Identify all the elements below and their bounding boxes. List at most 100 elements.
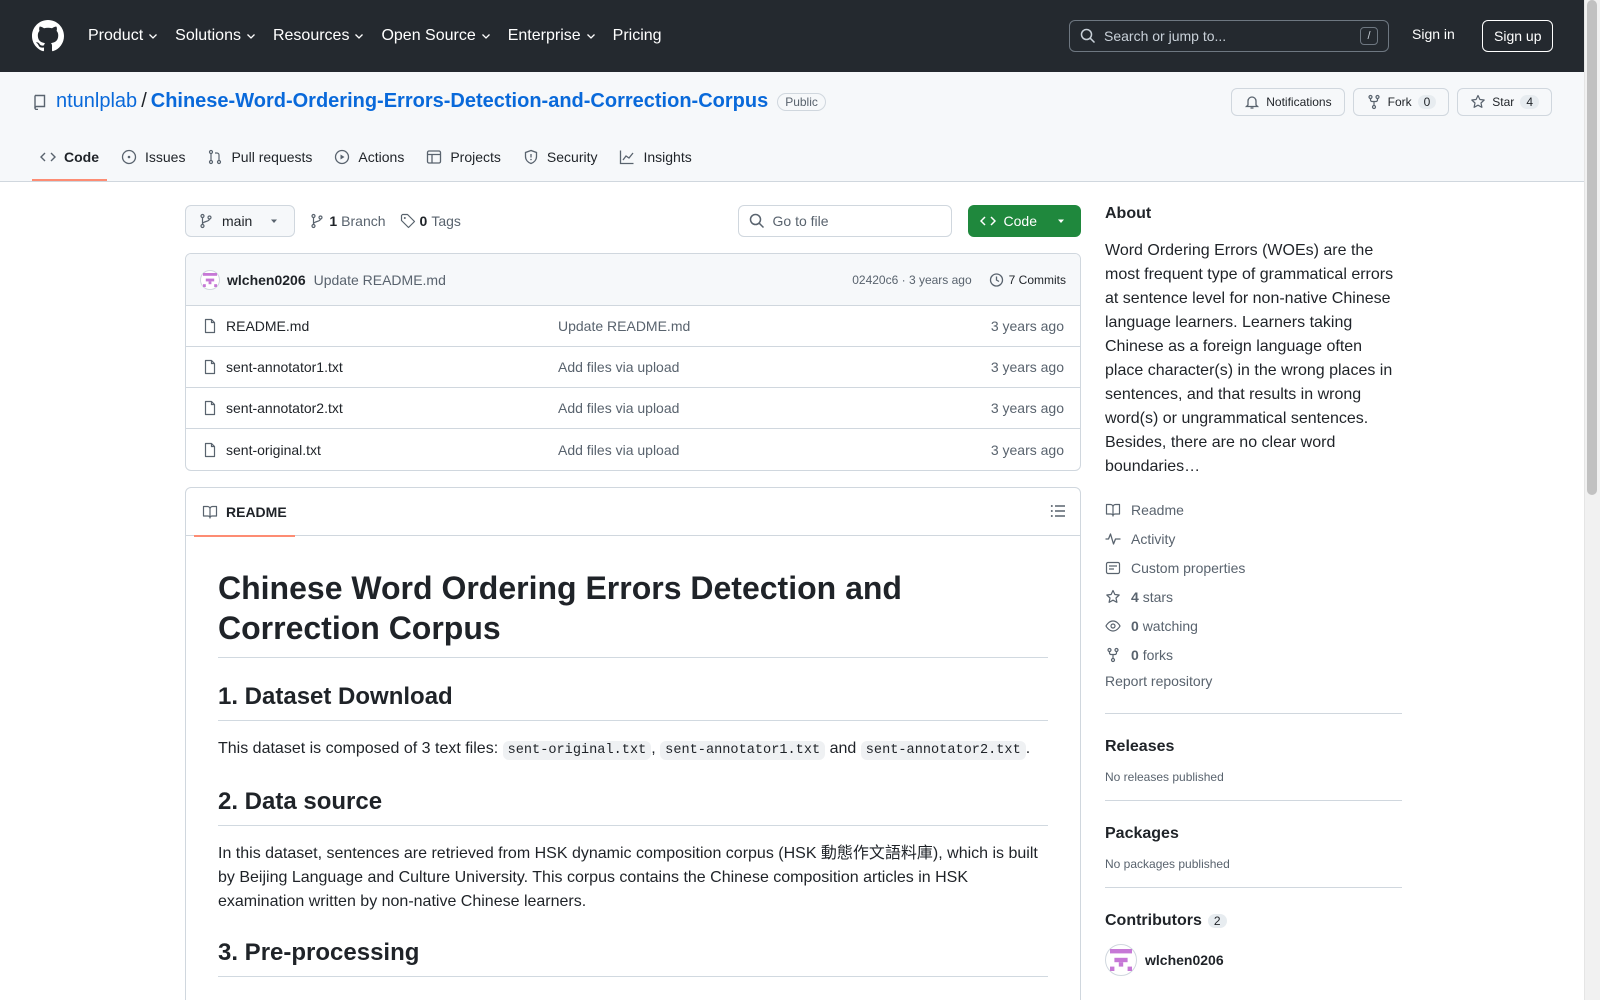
tag-count-label: Tags [431,213,461,229]
readme-link-label: Readme [1131,501,1184,518]
star-button[interactable]: Star 4 [1457,88,1552,116]
forks-link[interactable]: 0 forks [1105,640,1402,669]
tab-security[interactable]: Security [515,133,612,181]
readme-tab[interactable]: README [194,488,295,537]
nav-pricing[interactable]: Pricing [613,27,672,45]
commits-history-link[interactable]: 7 Commits [988,272,1066,288]
stars-link[interactable]: 4 stars [1105,582,1402,611]
commit-hash-time[interactable]: 02420c6 · 3 years ago [852,273,971,287]
tags-link[interactable]: 0 Tags [400,213,461,229]
file-commit-message-link[interactable]: Update README.md [558,318,991,334]
book-icon [202,505,218,519]
contributors-section: Contributors 2 wlchen0206 [1105,887,1402,976]
caret-down-icon [1058,219,1064,223]
readme-title: Chinese Word Ordering Errors Detection a… [218,568,1048,658]
file-commit-age: 3 years ago [990,318,1064,334]
repo-tabs: Code Issues Pull requests Actions Projec… [32,133,706,181]
period: . [1025,740,1031,757]
note-icon [1105,561,1121,574]
sign-in-link[interactable]: Sign in [1412,26,1455,42]
contributor-item[interactable]: wlchen0206 [1105,944,1402,976]
search-icon [749,213,764,229]
file-commit-message-link[interactable]: Add files via upload [558,400,991,416]
file-toolbar: main 1 Branch 0 Tags Go to file Code [185,205,1081,237]
readme-heading-download: 1. Dataset Download [218,682,1048,721]
download-text: This dataset is composed of 3 text files… [218,740,503,757]
file-name-link[interactable]: sent-original.txt [226,442,558,458]
notifications-button[interactable]: Notifications [1231,88,1345,116]
nav-product[interactable]: Product [88,27,169,45]
file-name-link[interactable]: sent-annotator2.txt [226,400,558,416]
book-icon [1105,503,1121,517]
file-commit-age: 3 years ago [990,441,1064,458]
fork-button[interactable]: Fork 0 [1352,88,1450,116]
releases-title[interactable]: Releases [1105,738,1174,755]
repo-name-link[interactable]: Chinese-Word-Ordering-Errors-Detection-a… [151,90,768,113]
latest-commit-bar: wlchen0206 Update README.md 02420c6 · 3 … [186,254,1080,306]
nav-solutions[interactable]: Solutions [175,27,267,45]
avatar[interactable] [1105,944,1137,976]
contributors-counter: 2 [1207,914,1227,928]
tab-actions-label: Actions [358,149,405,165]
code-icon [40,152,56,162]
file-name-link[interactable]: README.md [226,318,558,334]
commit-author-link[interactable]: wlchen0206 [227,272,306,288]
file-commit-message-link[interactable]: Add files via upload [558,359,991,375]
packages-title[interactable]: Packages [1105,825,1179,842]
file-commit-message-link[interactable]: Add files via upload [558,442,991,458]
branches-link[interactable]: 1 Branch [309,213,386,229]
tab-projects[interactable]: Projects [418,133,515,181]
sign-up-button[interactable]: Sign up [1482,20,1554,52]
repo-owner-link[interactable]: ntunlplab [56,90,137,113]
nav-resources-label: Resources [272,27,350,44]
tab-actions[interactable]: Actions [326,133,418,181]
file-row[interactable]: sent-original.txt Add files via upload 3 y… [186,429,1080,470]
nav-resources[interactable]: Resources [273,27,375,45]
file-row[interactable]: sent-annotator2.txt Add files via upload 3… [186,388,1080,429]
repo-icon [34,94,46,110]
code-sent-annotator2: sent-annotator2.txt [860,741,1026,760]
activity-link[interactable]: Activity [1105,524,1402,553]
star-icon [1471,94,1486,108]
readme-tab-label: README [226,503,287,520]
code-download-button[interactable]: Code [967,205,1081,237]
bell-icon [1245,96,1260,109]
graph-icon [620,150,634,165]
tab-pull-requests[interactable]: Pull requests [199,133,326,181]
tab-issues[interactable]: Issues [113,133,199,181]
go-to-file-placeholder: Go to file [772,213,829,229]
scrollbar-thumb[interactable] [1587,0,1597,495]
tab-security-label: Security [546,149,598,165]
github-logo-icon[interactable] [32,20,64,52]
report-repository-link[interactable]: Report repository [1105,673,1212,689]
custom-properties-link[interactable]: Custom properties [1105,553,1402,582]
page-scrollbar[interactable] [1584,0,1600,1000]
eye-icon [1105,619,1121,632]
fork-icon [1368,94,1380,110]
watchers-link[interactable]: 0 watching [1105,611,1402,640]
tab-code[interactable]: Code [32,133,113,181]
nav-enterprise[interactable]: Enterprise [508,27,607,45]
code-button-label: Code [1003,213,1037,229]
commit-message-link[interactable]: Update README.md [314,272,446,288]
nav-open-source-label: Open Source [381,27,476,44]
tab-insights[interactable]: Insights [611,133,705,181]
file-name-link[interactable]: sent-annotator1.txt [226,359,558,375]
star-icon [1106,589,1120,603]
tab-projects-label: Projects [450,149,501,165]
nav-open-source[interactable]: Open Source [381,27,501,45]
chevron-down-icon [586,34,595,39]
branch-count: 1 [329,213,338,229]
file-row[interactable]: README.md Update README.md 3 years ago [186,306,1080,347]
forks-label: forks [1142,646,1174,663]
branch-select-button[interactable]: main [185,205,296,237]
code-sent-original: sent-original.txt [502,741,652,760]
global-search-input[interactable]: Search or jump to... / [1069,20,1389,52]
file-row[interactable]: sent-annotator1.txt Add files via upload 3… [186,347,1080,388]
table-of-contents-icon[interactable] [1050,503,1066,519]
contributors-title[interactable]: Contributors [1105,912,1202,930]
go-to-file-input[interactable]: Go to file [737,205,952,237]
readme-link[interactable]: Readme [1105,495,1402,524]
avatar[interactable] [200,269,220,290]
stars-label: stars [1142,588,1174,605]
